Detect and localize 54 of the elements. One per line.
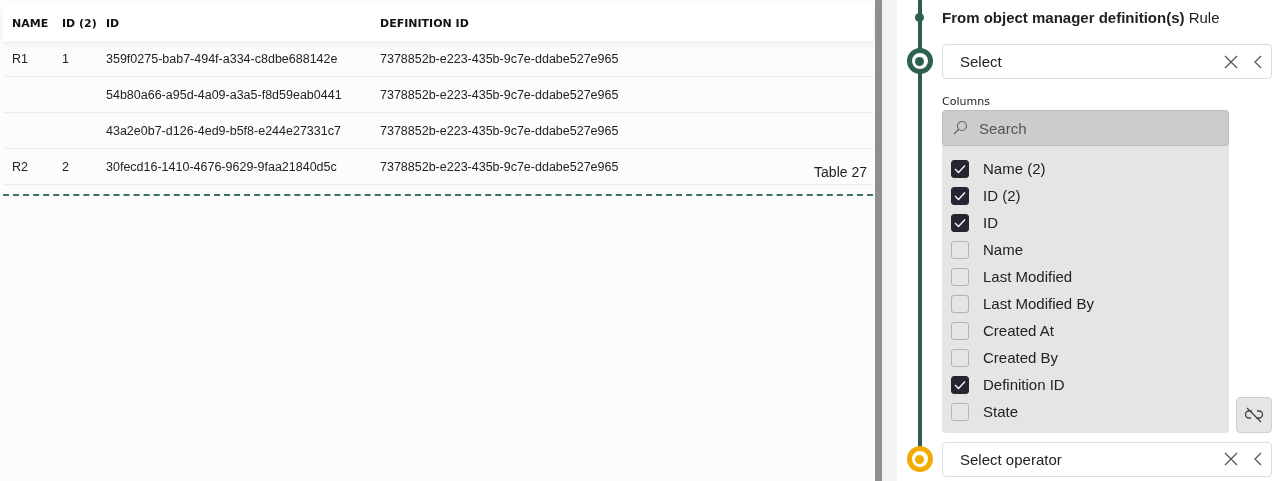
search-icon	[952, 120, 968, 136]
column-option[interactable]: Created By	[951, 344, 1230, 371]
column-header: ID	[106, 16, 121, 30]
column-option[interactable]: Last Modified	[951, 263, 1230, 290]
table-cell-text: 2	[62, 159, 70, 174]
column-option[interactable]: Created At	[951, 317, 1230, 344]
operator-field[interactable]: Select operator	[942, 441, 1272, 477]
table-cell-text: R1	[12, 51, 29, 66]
checkbox[interactable]	[951, 267, 969, 286]
column-option[interactable]: ID	[951, 209, 1230, 236]
clear-icon[interactable]	[1223, 451, 1239, 467]
column-header: NAME	[12, 16, 50, 30]
step-dot-icon	[915, 12, 924, 22]
unlink-icon	[1244, 406, 1265, 424]
checkbox[interactable]	[951, 348, 969, 367]
checkbox[interactable]	[951, 240, 969, 259]
table-cell-text: 30fecd16-1410-4676-9629-9faa21840d5c	[106, 159, 338, 174]
checkbox[interactable]	[951, 213, 969, 232]
table-cell-text: 7378852b-e223-435b-9c7e-ddabe527e965	[380, 123, 620, 138]
search-field[interactable]: Search	[942, 110, 1230, 146]
columns-label: Columns	[942, 95, 991, 108]
table-cell-text: 7378852b-e223-435b-9c7e-ddabe527e965	[380, 159, 620, 174]
column-header: ID (2)	[62, 16, 98, 30]
table-cell-text: 359f0275-bab7-494f-a334-c8dbe688142e	[106, 51, 339, 66]
column-option[interactable]: Name	[951, 236, 1230, 263]
column-option[interactable]: Last Modified By	[951, 290, 1230, 317]
table-cell-text: 7378852b-e223-435b-9c7e-ddabe527e965	[380, 87, 620, 102]
table-cell-text: 7378852b-e223-435b-9c7e-ddabe527e965	[380, 51, 620, 66]
column-option[interactable]: Definition ID	[951, 371, 1230, 398]
check-icon	[954, 190, 966, 201]
clear-icon[interactable]	[1223, 53, 1239, 70]
unlink-button[interactable]	[1236, 397, 1272, 433]
chevron-icon[interactable]	[1253, 53, 1263, 70]
table-label: Table 27	[814, 164, 867, 182]
checkbox[interactable]	[951, 402, 969, 421]
checkbox[interactable]	[951, 159, 969, 178]
checkbox[interactable]	[951, 294, 969, 313]
column-option[interactable]: ID (2)	[951, 182, 1230, 209]
chevron-icon[interactable]	[1253, 451, 1263, 467]
check-icon	[954, 217, 966, 228]
checkbox[interactable]	[951, 186, 969, 205]
checkbox[interactable]	[951, 321, 969, 340]
check-icon	[954, 163, 966, 174]
column-option[interactable]: Name (2)	[951, 155, 1230, 182]
rule-title: From object manager definition(s) Rule	[942, 7, 1221, 28]
checkbox[interactable]	[951, 375, 969, 394]
table-cell-text: 1	[62, 51, 70, 66]
table-cell-text: 43a2e0b7-d126-4ed9-b5f8-e244e27331c7	[106, 123, 342, 138]
table-cell-text: 54b80a66-a95d-4a09-a3a5-f8d59eab0441	[106, 87, 343, 102]
column-option[interactable]: State	[951, 398, 1230, 425]
table-cell-text: R2	[12, 159, 29, 174]
check-icon	[954, 379, 966, 390]
select-field[interactable]: Select	[942, 44, 1272, 79]
column-header: DEFINITION ID	[380, 16, 470, 30]
